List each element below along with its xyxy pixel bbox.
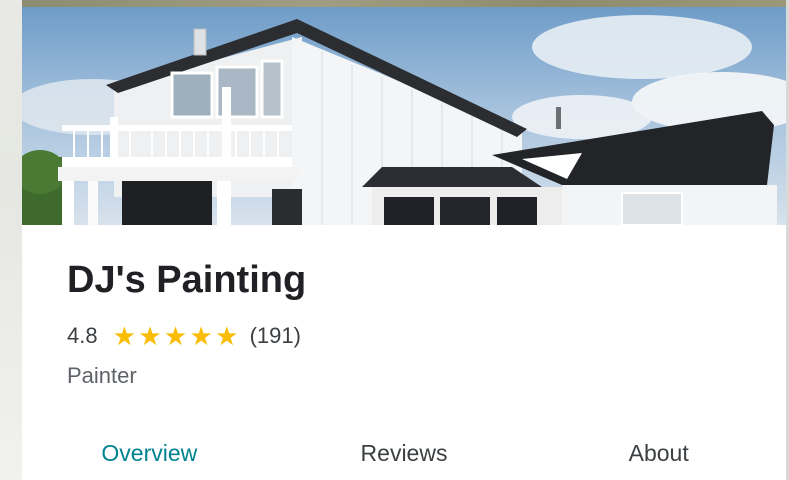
star-icon: ★	[163, 321, 188, 351]
place-title: DJ's Painting	[67, 259, 307, 301]
map-background-left	[0, 0, 22, 480]
tab-overview[interactable]: Overview	[22, 435, 277, 480]
place-tabs: Overview Reviews About	[22, 435, 786, 480]
tab-reviews[interactable]: Reviews	[277, 435, 532, 480]
map-background-top	[0, 0, 789, 7]
rating-row: 4.8 ★ ★ ★ ★ ★ (191)	[67, 321, 786, 351]
star-icon: ★	[189, 321, 213, 351]
star-icon: ★	[138, 321, 162, 351]
tab-about[interactable]: About	[531, 435, 786, 480]
place-card: DJ's Painting 4.8 ★ ★ ★ ★ ★ (191) Painte…	[22, 7, 786, 480]
place-category[interactable]: Painter	[67, 363, 786, 389]
review-count-link[interactable]: (191)	[250, 323, 301, 349]
rating-value: 4.8	[67, 323, 98, 348]
place-photo[interactable]	[22, 7, 786, 225]
star-rating: ★ ★ ★ ★ ★	[112, 323, 240, 349]
star-icon: ★	[112, 321, 137, 351]
star-icon: ★	[215, 321, 239, 351]
house-photo-image	[22, 7, 786, 225]
place-info: DJ's Painting 4.8 ★ ★ ★ ★ ★ (191) Painte…	[67, 257, 786, 389]
